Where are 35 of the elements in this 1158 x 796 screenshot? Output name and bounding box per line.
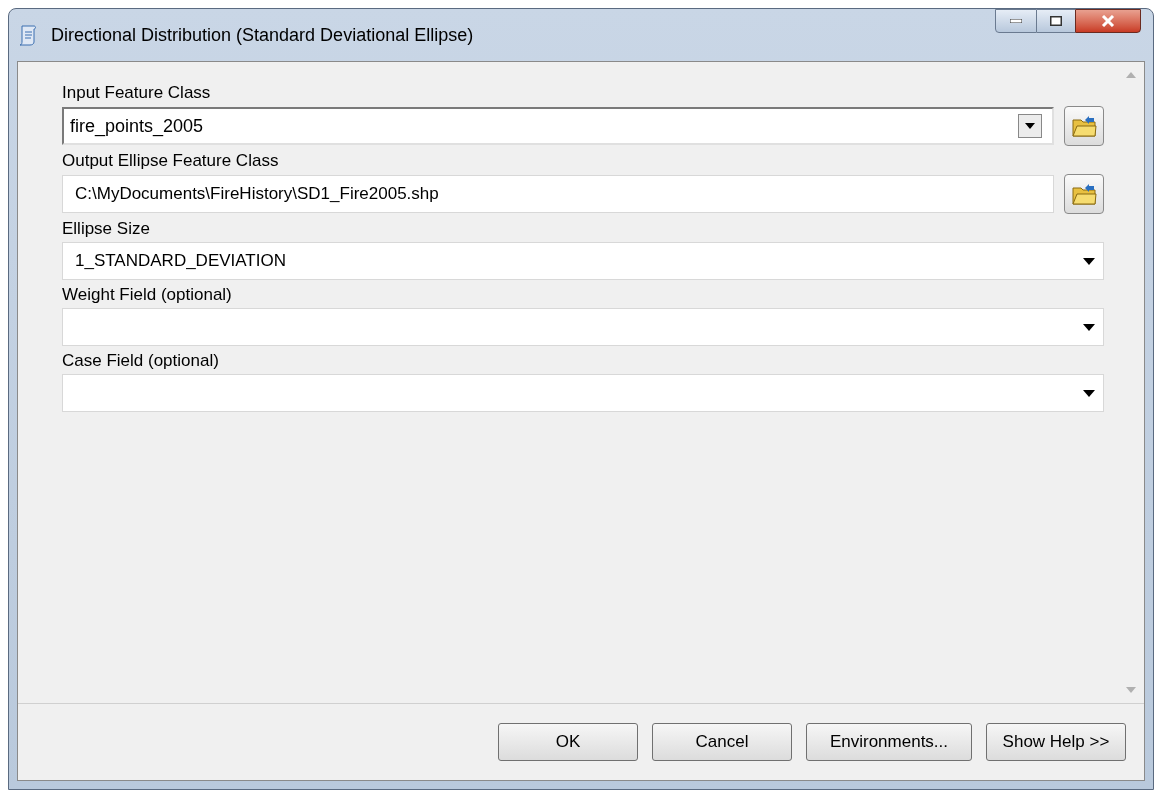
window-title: Directional Distribution (Standard Deviational Ellipse) <box>51 23 475 47</box>
field-label: Output Ellipse Feature Class <box>62 150 279 172</box>
browse-button[interactable] <box>1064 106 1104 146</box>
dialog-button[interactable]: OK <box>498 723 638 761</box>
combo-box[interactable]: fire_points_2005 <box>62 107 1054 145</box>
minimize-button[interactable] <box>995 9 1037 33</box>
dropdown-field[interactable] <box>62 308 1104 346</box>
dropdown-button[interactable] <box>1018 114 1042 138</box>
close-icon <box>1101 15 1115 27</box>
scroll-up-icon <box>1126 72 1136 78</box>
text-field[interactable]: C:\MyDocuments\FireHistory\SD1_Fire2005.shp <box>62 175 1054 213</box>
folder-icon <box>1071 182 1097 206</box>
field-value: C:\MyDocuments\FireHistory\SD1_Fire2005.shp <box>75 183 439 206</box>
folder-icon <box>1071 114 1097 138</box>
field-value: fire_points_2005 <box>70 114 205 139</box>
dropdown-arrow-icon <box>1083 323 1095 331</box>
browse-button[interactable] <box>1064 174 1104 214</box>
dropdown-arrow-icon <box>1025 123 1035 129</box>
dialog-button[interactable]: Environments... <box>806 723 972 761</box>
maximize-button[interactable] <box>1037 9 1075 33</box>
dropdown-arrow-icon <box>1083 389 1095 397</box>
dropdown-field[interactable] <box>62 374 1104 412</box>
field-label: Input Feature Class <box>62 82 211 104</box>
field-label: Weight Field (optional) <box>62 284 232 306</box>
maximize-icon <box>1050 16 1062 26</box>
minimize-icon <box>1010 19 1022 23</box>
field-label: Ellipse Size <box>62 218 150 240</box>
dropdown-field[interactable]: 1_STANDARD_DEVIATION <box>62 242 1104 280</box>
field-value: 1_STANDARD_DEVIATION <box>75 250 287 273</box>
scroll-down-icon <box>1126 687 1136 693</box>
close-button[interactable] <box>1075 9 1141 33</box>
dropdown-arrow-icon <box>1083 257 1095 265</box>
dialog-button[interactable]: Show Help >> <box>986 723 1126 761</box>
dialog-button[interactable]: Cancel <box>652 723 792 761</box>
field-label: Case Field (optional) <box>62 350 219 372</box>
